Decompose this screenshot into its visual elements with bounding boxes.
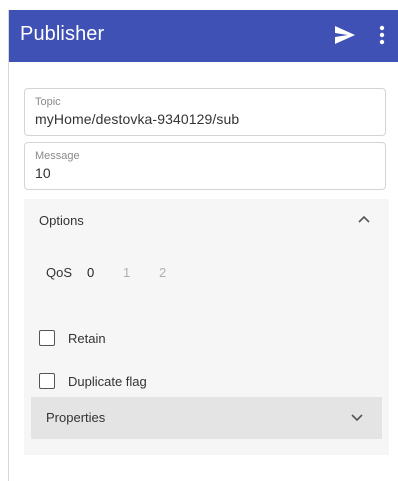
publisher-panel: Publisher Topic myHome/destovka-9340129/… [8,10,398,481]
chevron-down-icon[interactable] [351,414,363,422]
duplicate-flag-checkbox[interactable] [39,373,55,389]
retain-label: Retain [68,331,106,346]
properties-title: Properties [46,410,106,425]
qos-label: QoS [46,265,73,280]
qos-option-1[interactable]: 1 [123,265,130,280]
qos-option-0[interactable]: 0 [87,265,94,280]
qos-option-2[interactable]: 2 [159,265,166,280]
properties-expander[interactable]: Properties [31,397,382,439]
message-input[interactable]: 10 [35,165,51,181]
more-vert-icon[interactable] [379,25,385,45]
options-panel: Options QoS 0 1 2 Retain Duplicate flag … [24,199,389,455]
topic-label: Topic [35,96,61,108]
options-title[interactable]: Options [39,213,84,228]
send-icon[interactable] [334,25,356,45]
page-title: Publisher [20,23,105,45]
topic-field[interactable]: Topic myHome/destovka-9340129/sub [24,88,386,136]
topic-input[interactable]: myHome/destovka-9340129/sub [35,111,239,127]
message-field[interactable]: Message 10 [24,142,386,190]
chevron-up-icon[interactable] [358,215,370,223]
message-label: Message [35,150,80,162]
duplicate-flag-label: Duplicate flag [68,374,147,389]
retain-checkbox[interactable] [39,330,55,346]
publisher-app-bar: Publisher [9,10,398,62]
